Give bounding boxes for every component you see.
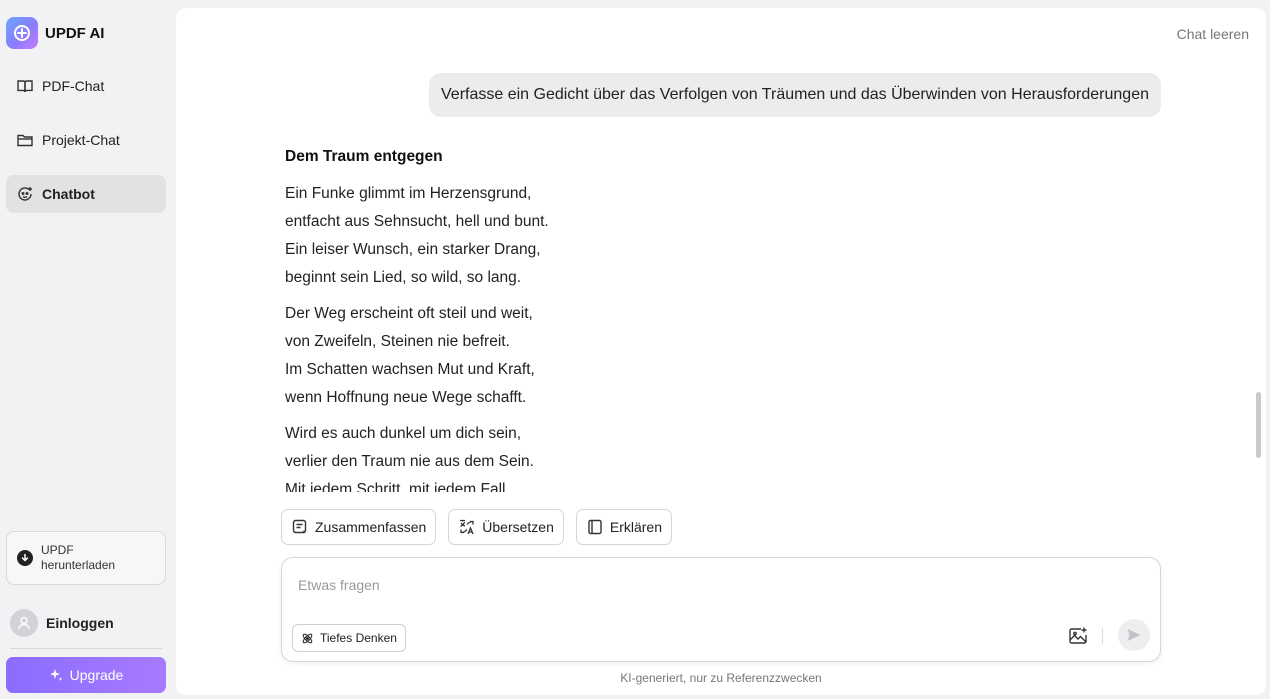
- image-upload-icon[interactable]: [1067, 625, 1089, 647]
- poem-line: Im Schatten wachsen Mut und Kraft,: [285, 361, 535, 378]
- assistant-answer: Dem Traum entgegen Ein Funke glimmt im H…: [285, 148, 985, 492]
- poem-line: Der Weg erscheint oft steil und weit,: [285, 305, 533, 322]
- chat-input-box: Tiefes Denken: [281, 557, 1161, 662]
- divider: [10, 648, 162, 649]
- summarize-label: Zusammenfassen: [315, 519, 427, 535]
- deep-think-toggle[interactable]: Tiefes Denken: [292, 624, 406, 652]
- upgrade-button[interactable]: Upgrade: [6, 657, 166, 693]
- sidebar-item-pdf-chat[interactable]: PDF-Chat: [6, 67, 166, 105]
- sidebar-item-label: Projekt-Chat: [42, 132, 120, 148]
- download-label: UPDF herunterladen: [41, 543, 115, 573]
- folder-icon: [17, 134, 33, 147]
- explain-label: Erklären: [609, 519, 663, 535]
- translate-label: Übersetzen: [482, 519, 554, 535]
- sidebar-item-projekt-chat[interactable]: Projekt-Chat: [6, 121, 166, 159]
- sidebar-item-chatbot[interactable]: Chatbot: [6, 175, 166, 213]
- chatbot-icon: [18, 187, 32, 201]
- avatar: [10, 609, 38, 637]
- poem-line: entfacht aus Sehnsucht, hell und bunt.: [285, 213, 549, 230]
- summarize-icon: [292, 519, 307, 534]
- summarize-button[interactable]: Zusammenfassen: [281, 509, 437, 545]
- brand-name: UPDF AI: [45, 24, 105, 42]
- login-button[interactable]: Einloggen: [10, 609, 114, 637]
- download-updf-button[interactable]: UPDF herunterladen: [6, 531, 166, 585]
- poem-title: Dem Traum entgegen: [285, 148, 443, 165]
- updf-logo-icon: [6, 17, 38, 49]
- chat-panel: Chat leeren Verfasse ein Gedicht über da…: [176, 8, 1266, 695]
- sidebar: UPDF AI PDF-Chat Projekt-Chat Chatbot UP…: [0, 0, 172, 699]
- user-message: Verfasse ein Gedicht über das Verfolgen …: [429, 73, 1161, 117]
- book-icon: [588, 519, 602, 535]
- login-label: Einloggen: [46, 615, 114, 631]
- scrollbar[interactable]: [1256, 392, 1261, 458]
- upgrade-label: Upgrade: [69, 667, 124, 683]
- poem-stanza: Ein Funke glimmt im Herzensgrund, entfac…: [285, 180, 985, 292]
- atom-icon: [302, 633, 313, 643]
- download-label-line1: UPDF: [41, 543, 74, 557]
- poem-line: verlier den Traum nie aus dem Sein.: [285, 453, 534, 470]
- chat-input[interactable]: [298, 574, 1138, 596]
- divider: [1102, 628, 1103, 644]
- poem-line: von Zweifeln, Steinen nie befreit.: [285, 333, 510, 350]
- brand[interactable]: UPDF AI: [6, 17, 104, 49]
- sidebar-item-label: Chatbot: [42, 186, 95, 202]
- translate-button[interactable]: Übersetzen: [448, 509, 564, 545]
- poem-line: Wird es auch dunkel um dich sein,: [285, 425, 522, 442]
- user-icon: [17, 616, 31, 630]
- poem-stanza: Der Weg erscheint oft steil und weit, vo…: [285, 300, 985, 412]
- translate-icon: [460, 519, 474, 535]
- poem-line: beginnt sein Lied, so wild, so lang.: [285, 269, 522, 286]
- sparkle-icon: [49, 669, 63, 681]
- deep-think-label: Tiefes Denken: [320, 631, 397, 645]
- poem-line: wenn Hoffnung neue Wege schafft.: [285, 389, 527, 406]
- poem-line: Ein Funke glimmt im Herzensgrund,: [285, 185, 532, 202]
- send-button[interactable]: [1118, 619, 1150, 651]
- clear-chat-button[interactable]: Chat leeren: [1177, 26, 1249, 42]
- quick-actions: Zusammenfassen Übersetzen Erklären: [281, 509, 673, 545]
- poem-stanza: Wird es auch dunkel um dich sein, verlie…: [285, 420, 985, 492]
- download-icon: [17, 550, 33, 566]
- download-label-line2: herunterladen: [41, 558, 116, 572]
- send-icon: [1127, 629, 1141, 641]
- sidebar-item-label: PDF-Chat: [42, 78, 105, 94]
- explain-button[interactable]: Erklären: [575, 509, 673, 545]
- user-message-text: Verfasse ein Gedicht über das Verfolgen …: [441, 86, 1149, 103]
- poem-line: Ein leiser Wunsch, ein starker Drang,: [285, 241, 541, 258]
- book-open-icon: [17, 80, 33, 93]
- disclaimer: KI-generiert, nur zu Referenzzwecken: [620, 671, 822, 685]
- poem-line: Mit jedem Schritt, mit jedem Fall: [285, 481, 506, 492]
